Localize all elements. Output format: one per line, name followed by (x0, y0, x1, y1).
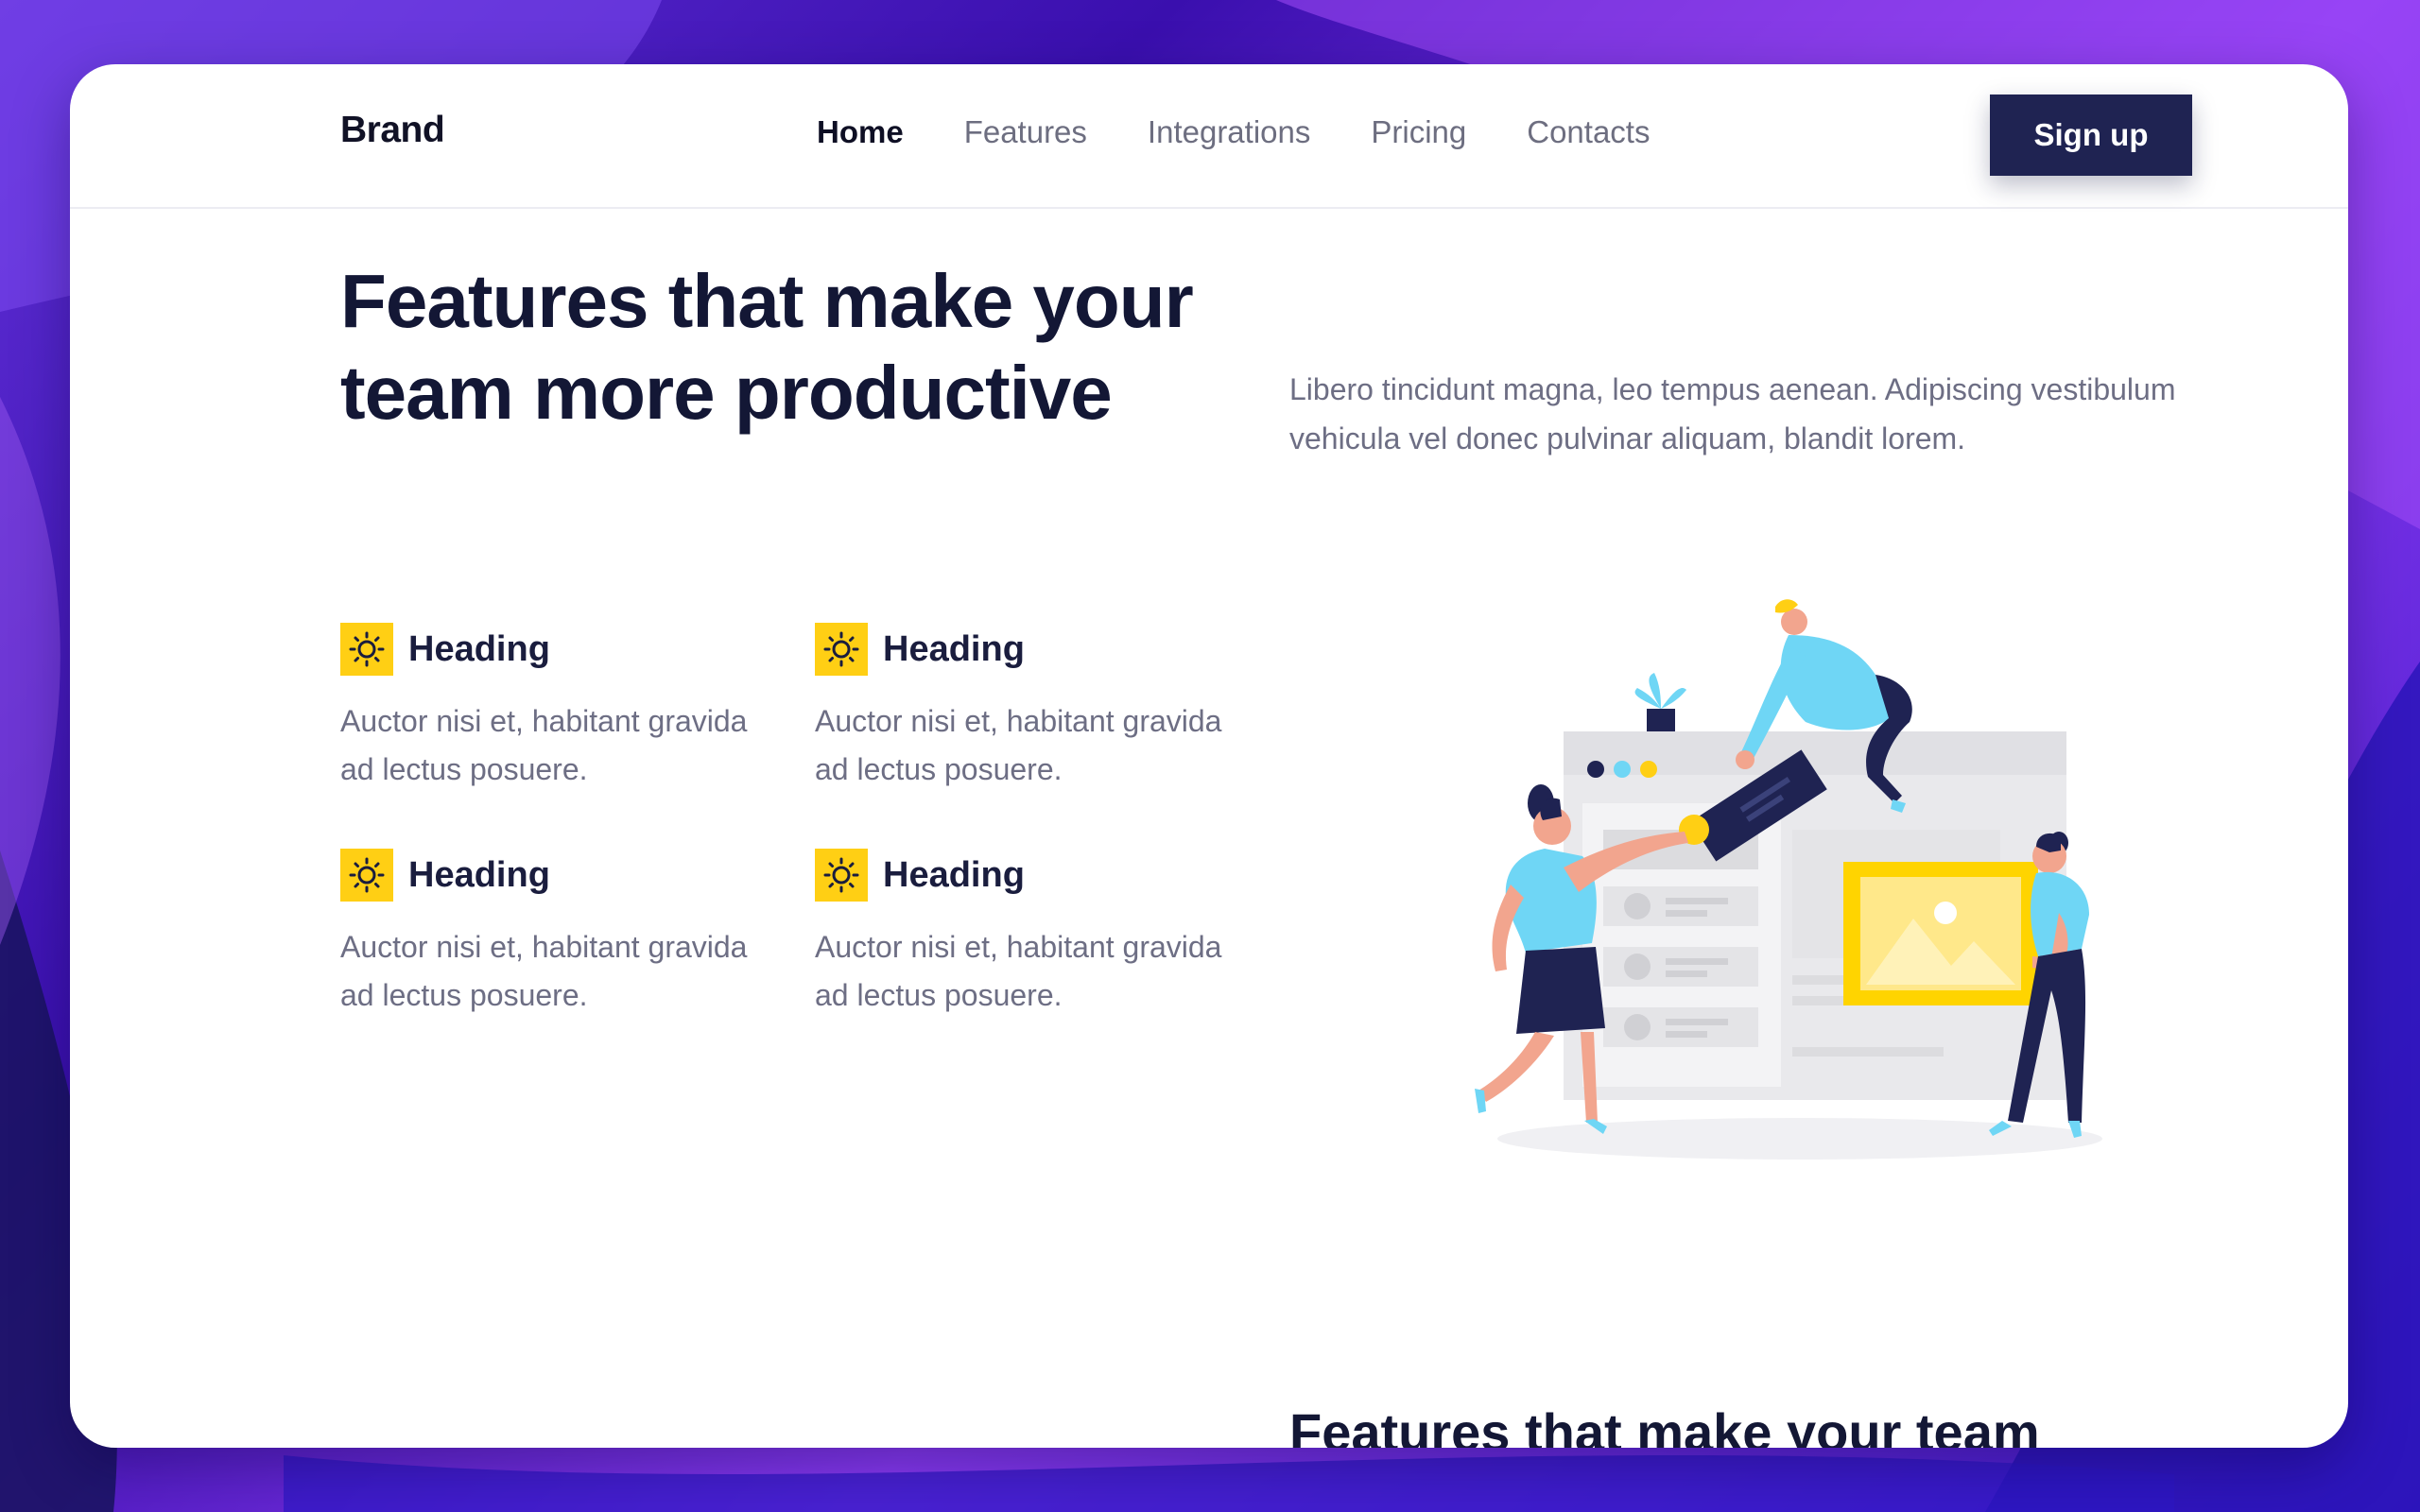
feature-heading: Heading (883, 854, 1025, 895)
nav-links: Home Features Integrations Pricing Conta… (817, 110, 1710, 155)
feature-description: Auctor nisi et, habitant gravida ad lect… (815, 704, 1222, 786)
feature-item: Heading Auctor nisi et, habitant gravida… (340, 848, 785, 1020)
feature-heading: Heading (883, 628, 1025, 669)
sun-icon (340, 849, 393, 902)
top-navbar: Brand Home Features Integrations Pricing… (70, 64, 2348, 209)
hero-description: Libero tincidunt magna, leo tempus aenea… (1289, 372, 2176, 455)
nav-link-contacts[interactable]: Contacts (1527, 110, 1650, 155)
team-collaboration-illustration (1475, 599, 2102, 1160)
hero-title-highlight: productive (734, 347, 1113, 438)
brand-logo[interactable]: Brand (340, 110, 445, 151)
feature-item: Heading Auctor nisi et, habitant gravida… (815, 622, 1259, 794)
feature-header: Heading (340, 848, 785, 902)
feature-item: Heading Auctor nisi et, habitant gravida… (340, 622, 785, 794)
feature-description: Auctor nisi et, habitant gravida ad lect… (340, 930, 748, 1012)
sun-icon (815, 849, 868, 902)
nav-link-pricing[interactable]: Pricing (1371, 110, 1466, 155)
feature-heading: Heading (408, 628, 550, 669)
feature-header: Heading (815, 622, 1259, 677)
landing-page-card: Brand Home Features Integrations Pricing… (70, 64, 2348, 1448)
hero-title: Features that make your team more produc… (340, 255, 1286, 438)
sun-icon (340, 623, 393, 676)
sun-icon (815, 623, 868, 676)
feature-description: Auctor nisi et, habitant gravida ad lect… (815, 930, 1222, 1012)
feature-description: Auctor nisi et, habitant gravida ad lect… (340, 704, 748, 786)
feature-heading: Heading (408, 854, 550, 895)
section-title: Features that make your team more produc… (1289, 1402, 2040, 1448)
nav-link-features[interactable]: Features (964, 110, 1087, 155)
feature-header: Heading (340, 622, 785, 677)
sign-up-button[interactable]: Sign up (1990, 94, 2192, 176)
feature-header: Heading (815, 848, 1259, 902)
nav-link-home[interactable]: Home (817, 110, 904, 155)
feature-item: Heading Auctor nisi et, habitant gravida… (815, 848, 1259, 1020)
nav-link-integrations[interactable]: Integrations (1148, 110, 1310, 155)
